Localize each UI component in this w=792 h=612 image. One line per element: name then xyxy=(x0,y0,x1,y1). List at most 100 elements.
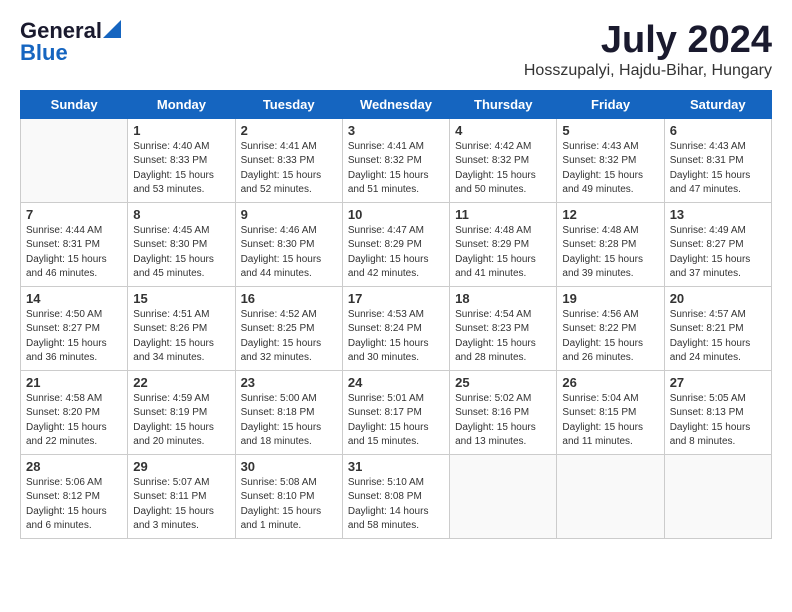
calendar-cell: 5Sunrise: 4:43 AM Sunset: 8:32 PM Daylig… xyxy=(557,118,664,202)
calendar-cell: 9Sunrise: 4:46 AM Sunset: 8:30 PM Daylig… xyxy=(235,202,342,286)
day-number: 31 xyxy=(348,459,444,474)
day-info: Sunrise: 4:43 AM Sunset: 8:31 PM Dayligh… xyxy=(670,140,766,198)
logo-triangle-icon xyxy=(103,20,121,38)
day-number: 24 xyxy=(348,375,444,390)
calendar-cell: 16Sunrise: 4:52 AM Sunset: 8:25 PM Dayli… xyxy=(235,286,342,370)
calendar-cell: 20Sunrise: 4:57 AM Sunset: 8:21 PM Dayli… xyxy=(664,286,771,370)
day-number: 8 xyxy=(133,207,229,222)
day-info: Sunrise: 5:08 AM Sunset: 8:10 PM Dayligh… xyxy=(241,476,337,534)
header-day: Friday xyxy=(557,90,664,118)
calendar-cell: 26 Sunrise: 5:04 AM Sunset: 8:15 PM Dayli… xyxy=(557,370,664,454)
calendar-cell: 4 Sunrise: 4:42 AM Sunset: 8:32 PM Daylig… xyxy=(450,118,557,202)
day-number: 19 xyxy=(562,291,658,306)
day-info: Sunrise: 4:59 AM Sunset: 8:19 PM Dayligh… xyxy=(133,392,229,450)
day-info: Sunrise: 4:46 AM Sunset: 8:30 PM Dayligh… xyxy=(241,224,337,282)
day-info: Sunrise: 5:06 AM Sunset: 8:12 PM Dayligh… xyxy=(26,476,122,534)
calendar-cell xyxy=(450,454,557,538)
calendar-cell: 15 Sunrise: 4:51 AM Sunset: 8:26 PM Dayli… xyxy=(128,286,235,370)
day-number: 13 xyxy=(670,207,766,222)
day-info: Sunrise: 4:48 AM Sunset: 8:29 PM Dayligh… xyxy=(455,224,551,282)
header-day: Monday xyxy=(128,90,235,118)
day-number: 30 xyxy=(241,459,337,474)
calendar-table: SundayMondayTuesdayWednesdayThursdayFrid… xyxy=(20,90,772,539)
day-number: 1 xyxy=(133,123,229,138)
day-number: 14 xyxy=(26,291,122,306)
calendar-cell xyxy=(557,454,664,538)
day-number: 16 xyxy=(241,291,337,306)
calendar-cell: 12 Sunrise: 4:48 AM Sunset: 8:28 PM Dayli… xyxy=(557,202,664,286)
day-number: 5 xyxy=(562,123,658,138)
logo-blue: Blue xyxy=(20,42,68,64)
day-info: Sunrise: 4:41 AM Sunset: 8:33 PM Dayligh… xyxy=(241,140,337,198)
calendar-cell: 3Sunrise: 4:41 AM Sunset: 8:32 PM Daylig… xyxy=(342,118,449,202)
day-info: Sunrise: 4:41 AM Sunset: 8:32 PM Dayligh… xyxy=(348,140,444,198)
calendar-cell: 2Sunrise: 4:41 AM Sunset: 8:33 PM Daylig… xyxy=(235,118,342,202)
day-number: 25 xyxy=(455,375,551,390)
day-info: Sunrise: 4:44 AM Sunset: 8:31 PM Dayligh… xyxy=(26,224,122,282)
day-info: Sunrise: 5:05 AM Sunset: 8:13 PM Dayligh… xyxy=(670,392,766,450)
calendar-week-row: 7 Sunrise: 4:44 AM Sunset: 8:31 PM Daylig… xyxy=(21,202,772,286)
day-info: Sunrise: 5:02 AM Sunset: 8:16 PM Dayligh… xyxy=(455,392,551,450)
day-info: Sunrise: 5:00 AM Sunset: 8:18 PM Dayligh… xyxy=(241,392,337,450)
day-number: 27 xyxy=(670,375,766,390)
calendar-cell xyxy=(664,454,771,538)
day-number: 23 xyxy=(241,375,337,390)
day-info: Sunrise: 4:45 AM Sunset: 8:30 PM Dayligh… xyxy=(133,224,229,282)
header-day: Thursday xyxy=(450,90,557,118)
calendar-cell: 24 Sunrise: 5:01 AM Sunset: 8:17 PM Dayli… xyxy=(342,370,449,454)
day-number: 12 xyxy=(562,207,658,222)
day-number: 28 xyxy=(26,459,122,474)
day-info: Sunrise: 4:40 AM Sunset: 8:33 PM Dayligh… xyxy=(133,140,229,198)
main-title: July 2024 xyxy=(524,20,772,62)
day-number: 18 xyxy=(455,291,551,306)
logo: General Blue xyxy=(20,20,121,64)
day-number: 20 xyxy=(670,291,766,306)
calendar-cell: 14Sunrise: 4:50 AM Sunset: 8:27 PM Dayli… xyxy=(21,286,128,370)
day-info: Sunrise: 5:01 AM Sunset: 8:17 PM Dayligh… xyxy=(348,392,444,450)
header-day: Tuesday xyxy=(235,90,342,118)
calendar-cell: 27 Sunrise: 5:05 AM Sunset: 8:13 PM Dayli… xyxy=(664,370,771,454)
calendar-cell: 23 Sunrise: 5:00 AM Sunset: 8:18 PM Dayli… xyxy=(235,370,342,454)
calendar-cell: 1 Sunrise: 4:40 AM Sunset: 8:33 PM Daylig… xyxy=(128,118,235,202)
calendar-cell: 29 Sunrise: 5:07 AM Sunset: 8:11 PM Dayli… xyxy=(128,454,235,538)
header-row: SundayMondayTuesdayWednesdayThursdayFrid… xyxy=(21,90,772,118)
day-number: 11 xyxy=(455,207,551,222)
day-info: Sunrise: 4:47 AM Sunset: 8:29 PM Dayligh… xyxy=(348,224,444,282)
logo-general: General xyxy=(20,20,102,42)
calendar-cell: 22Sunrise: 4:59 AM Sunset: 8:19 PM Dayli… xyxy=(128,370,235,454)
calendar-week-row: 14Sunrise: 4:50 AM Sunset: 8:27 PM Dayli… xyxy=(21,286,772,370)
day-number: 7 xyxy=(26,207,122,222)
day-info: Sunrise: 4:48 AM Sunset: 8:28 PM Dayligh… xyxy=(562,224,658,282)
calendar-cell: 13 Sunrise: 4:49 AM Sunset: 8:27 PM Dayli… xyxy=(664,202,771,286)
day-info: Sunrise: 4:53 AM Sunset: 8:24 PM Dayligh… xyxy=(348,308,444,366)
calendar-cell: 11 Sunrise: 4:48 AM Sunset: 8:29 PM Dayli… xyxy=(450,202,557,286)
day-info: Sunrise: 4:42 AM Sunset: 8:32 PM Dayligh… xyxy=(455,140,551,198)
calendar-cell: 10 Sunrise: 4:47 AM Sunset: 8:29 PM Dayli… xyxy=(342,202,449,286)
day-number: 29 xyxy=(133,459,229,474)
title-block: July 2024 Hosszupalyi, Hajdu-Bihar, Hung… xyxy=(524,20,772,80)
calendar-cell: 30 Sunrise: 5:08 AM Sunset: 8:10 PM Dayli… xyxy=(235,454,342,538)
day-number: 21 xyxy=(26,375,122,390)
day-info: Sunrise: 5:07 AM Sunset: 8:11 PM Dayligh… xyxy=(133,476,229,534)
day-number: 4 xyxy=(455,123,551,138)
day-number: 15 xyxy=(133,291,229,306)
calendar-cell: 28 Sunrise: 5:06 AM Sunset: 8:12 PM Dayli… xyxy=(21,454,128,538)
day-number: 10 xyxy=(348,207,444,222)
day-info: Sunrise: 4:51 AM Sunset: 8:26 PM Dayligh… xyxy=(133,308,229,366)
calendar-week-row: 1 Sunrise: 4:40 AM Sunset: 8:33 PM Daylig… xyxy=(21,118,772,202)
calendar-cell: 7 Sunrise: 4:44 AM Sunset: 8:31 PM Daylig… xyxy=(21,202,128,286)
day-number: 6 xyxy=(670,123,766,138)
day-number: 17 xyxy=(348,291,444,306)
calendar-cell: 17 Sunrise: 4:53 AM Sunset: 8:24 PM Dayli… xyxy=(342,286,449,370)
day-info: Sunrise: 4:49 AM Sunset: 8:27 PM Dayligh… xyxy=(670,224,766,282)
subtitle: Hosszupalyi, Hajdu-Bihar, Hungary xyxy=(524,62,772,80)
day-number: 26 xyxy=(562,375,658,390)
day-info: Sunrise: 4:58 AM Sunset: 8:20 PM Dayligh… xyxy=(26,392,122,450)
calendar-cell: 25 Sunrise: 5:02 AM Sunset: 8:16 PM Dayli… xyxy=(450,370,557,454)
calendar-cell xyxy=(21,118,128,202)
day-info: Sunrise: 5:04 AM Sunset: 8:15 PM Dayligh… xyxy=(562,392,658,450)
calendar-cell: 18Sunrise: 4:54 AM Sunset: 8:23 PM Dayli… xyxy=(450,286,557,370)
header-day: Sunday xyxy=(21,90,128,118)
calendar-cell: 19Sunrise: 4:56 AM Sunset: 8:22 PM Dayli… xyxy=(557,286,664,370)
calendar-week-row: 28 Sunrise: 5:06 AM Sunset: 8:12 PM Dayli… xyxy=(21,454,772,538)
